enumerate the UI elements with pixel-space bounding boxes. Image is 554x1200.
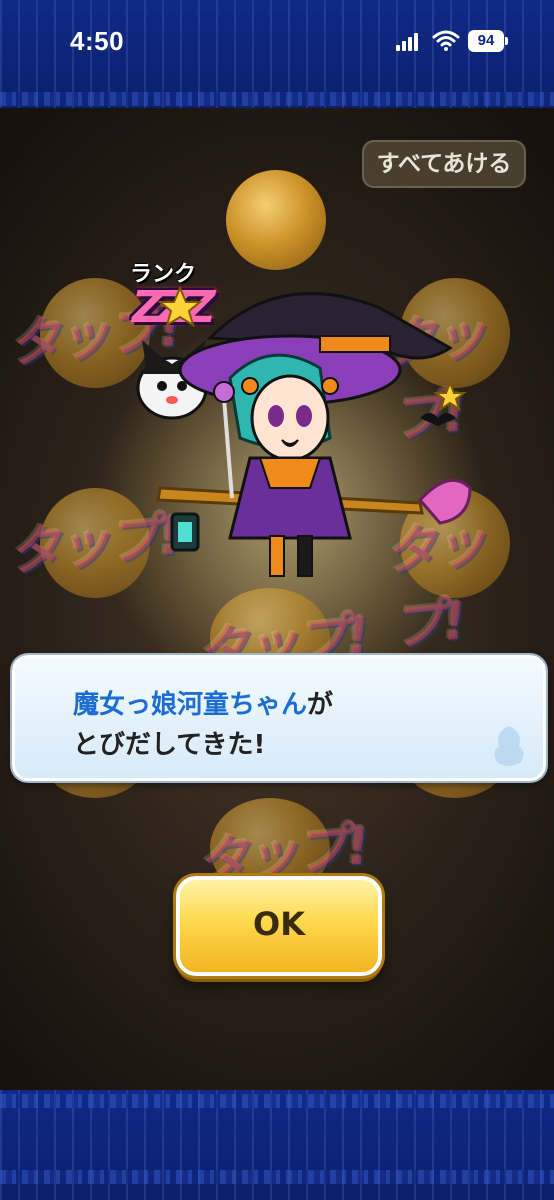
game-stage[interactable]: タップ! タップ! タップ! タップ! タップ! タップ! すべてあける ランク… <box>0 108 554 1090</box>
capsule-orb <box>226 170 326 270</box>
witch-kappa-character <box>136 285 472 577</box>
frame-pattern <box>0 1094 554 1108</box>
open-all-button[interactable]: すべてあける <box>362 140 526 188</box>
status-time: 4:50 <box>70 26 125 56</box>
dialog-line-2: とびだしてきた! <box>73 730 266 760</box>
status-bar: 4:50 94 <box>0 0 554 84</box>
dialog-line-1: 魔女っ娘河童ちゃんが <box>73 684 333 721</box>
cellular-signal-icon <box>396 32 420 51</box>
battery-icon: 94 <box>468 30 508 52</box>
ok-button[interactable]: OK <box>176 876 382 976</box>
character-name: 魔女っ娘河童ちゃん <box>73 690 308 720</box>
message-dialog[interactable]: 魔女っ娘河童ちゃんが とびだしてきた! <box>12 655 546 781</box>
wifi-icon <box>432 29 460 55</box>
ghost-watermark-icon <box>494 726 524 766</box>
frame-pattern <box>0 92 554 106</box>
frame-pattern <box>0 1170 554 1184</box>
bottom-frame-band <box>0 1090 554 1200</box>
dialog-particle: が <box>307 690 334 720</box>
